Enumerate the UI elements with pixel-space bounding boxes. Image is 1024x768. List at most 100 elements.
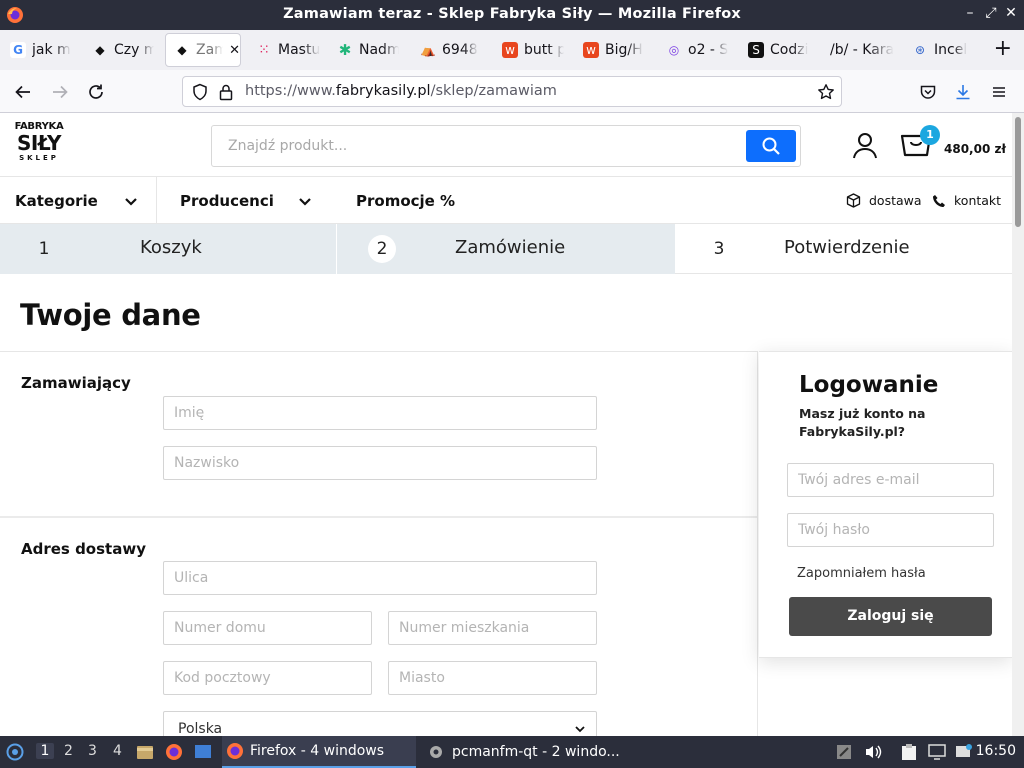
new-tab-button[interactable]: +: [994, 38, 1012, 60]
menu-categories-label: Kategorie: [15, 191, 98, 210]
workspace-2[interactable]: 2: [64, 743, 73, 759]
workspace-3[interactable]: 3: [88, 743, 97, 759]
first-name-field: [163, 396, 597, 430]
house-number-input[interactable]: [164, 612, 371, 644]
chevron-down-icon: [299, 197, 311, 206]
first-name-input[interactable]: [164, 397, 596, 429]
main-menu: Kategorie Producenci Promocje % dostawa …: [0, 177, 1012, 224]
delivery-link[interactable]: dostawa: [846, 177, 922, 224]
pocket-button[interactable]: [917, 81, 939, 103]
browser-tab[interactable]: S Codzi: [748, 30, 810, 70]
login-heading: Logowanie: [799, 372, 939, 398]
navigation-toolbar: https://www.fabrykasily.pl/sklep/zamawia…: [0, 70, 1024, 113]
downloads-button[interactable]: [952, 81, 974, 103]
minimize-icon[interactable]: –: [962, 5, 978, 21]
search-input[interactable]: [212, 126, 742, 166]
menu-promotions[interactable]: Promocje %: [356, 177, 455, 224]
login-email-input[interactable]: [788, 464, 993, 496]
browser-tab[interactable]: ⛺ 6948: [420, 30, 480, 70]
reload-button[interactable]: [85, 81, 107, 103]
browser-tab[interactable]: ◎ o2 - S: [666, 30, 728, 70]
network-icon[interactable]: [955, 744, 973, 760]
step-label: Koszyk: [140, 237, 202, 258]
customer-data-form: Zamawiający Adres dostawy: [0, 351, 758, 736]
country-select[interactable]: Polska: [163, 711, 597, 736]
taskbar-pcmanfm[interactable]: pcmanfm-qt - 2 windo...: [424, 736, 624, 768]
forgot-password-link[interactable]: Zapomniałem hasła: [797, 566, 926, 581]
clipboard-icon[interactable]: [901, 743, 917, 761]
forward-button[interactable]: [49, 81, 71, 103]
login-button[interactable]: Zaloguj się: [789, 597, 992, 636]
browser-tab[interactable]: ✱ Nadm: [337, 30, 399, 70]
workspace-1[interactable]: 1: [36, 743, 54, 759]
address-bar[interactable]: https://www.fabrykasily.pl/sklep/zamawia…: [182, 76, 842, 107]
browser-tab-strip: G jak m ◆ Czy m ◆ Zam ✕ ⁙ Mastu ✱ Nadm ⛺…: [0, 30, 1024, 70]
delivery-address-section: Adres dostawy Polska: [0, 518, 757, 736]
search-button[interactable]: [746, 130, 796, 162]
workspace-4[interactable]: 4: [113, 743, 122, 759]
browser-tab[interactable]: ◆ Czy m: [92, 30, 154, 70]
menu-categories[interactable]: Kategorie: [15, 177, 138, 224]
taskbar-firefox[interactable]: Firefox - 4 windows: [222, 736, 416, 768]
browser-tab-active[interactable]: ◆ Zam ✕: [165, 33, 241, 67]
close-tab-icon[interactable]: ✕: [229, 43, 240, 58]
tab-label: Codzi: [770, 42, 809, 58]
start-menu-icon[interactable]: [6, 743, 24, 761]
url-text[interactable]: https://www.fabrykasily.pl/sklep/zamawia…: [245, 83, 557, 99]
bookmark-star-icon[interactable]: [817, 83, 835, 101]
city-input[interactable]: [389, 662, 596, 694]
logo-line2: SIŁY: [16, 131, 62, 155]
postal-code-input[interactable]: [164, 662, 371, 694]
shield-icon[interactable]: [192, 83, 208, 101]
tab-label: 6948: [442, 42, 478, 58]
tab-label: jak m: [32, 42, 71, 58]
street-input[interactable]: [164, 562, 596, 594]
lock-icon[interactable]: [219, 83, 233, 101]
restore-icon[interactable]: ⤢: [983, 5, 999, 21]
chevron-down-icon: [575, 726, 585, 733]
login-password-field: [787, 513, 994, 547]
firefox-launcher-icon[interactable]: [165, 743, 183, 761]
browser-tab[interactable]: w butt p: [502, 30, 564, 70]
delivery-label: dostawa: [869, 193, 922, 208]
browser-tab[interactable]: ⊛ Incel: [912, 30, 978, 70]
last-name-input[interactable]: [164, 447, 596, 479]
logo-line3: SKLEP: [19, 154, 59, 162]
step-label: Potwierdzenie: [784, 237, 910, 258]
back-button[interactable]: [12, 81, 34, 103]
reload-icon: [89, 84, 103, 99]
file-manager-icon[interactable]: [136, 743, 154, 761]
browser-tab[interactable]: /b/ - Kara: [830, 30, 894, 70]
orderer-section: Zamawiający: [0, 352, 757, 516]
user-account-icon[interactable]: [851, 131, 879, 159]
close-icon[interactable]: ✕: [1003, 5, 1019, 21]
monitor-icon[interactable]: [928, 744, 946, 760]
firefox-icon: [227, 743, 243, 759]
browser-tab[interactable]: w Big/H: [583, 30, 645, 70]
checkout-steps: 1 Koszyk 2 Zamówienie 3 Potwierdzenie: [0, 224, 1012, 274]
browser-tab[interactable]: G jak m: [10, 30, 76, 70]
site-logo[interactable]: FABRYKA SIŁY SKLEP: [14, 122, 64, 170]
scrollbar-thumb[interactable]: [1015, 117, 1021, 227]
step-confirmation: 3 Potwierdzenie: [675, 224, 1012, 274]
apartment-number-input[interactable]: [389, 612, 596, 644]
contact-link[interactable]: kontakt: [932, 177, 1001, 224]
step-label: Zamówienie: [455, 237, 566, 258]
chevron-down-icon: [125, 197, 137, 206]
tray-window-icon[interactable]: [836, 744, 852, 760]
desktop-icon[interactable]: [194, 743, 212, 761]
browser-tab[interactable]: ⁙ Mastu: [256, 30, 320, 70]
step-order-active: 2 Zamówienie: [337, 224, 675, 274]
page-scrollbar[interactable]: [1012, 113, 1024, 736]
app-menu-button[interactable]: [988, 81, 1010, 103]
login-password-input[interactable]: [788, 514, 993, 546]
cart-total[interactable]: 480,00 zł: [944, 142, 1006, 156]
city-field: [388, 661, 597, 695]
volume-icon[interactable]: [864, 744, 882, 760]
hamburger-icon: [993, 87, 1005, 97]
menu-producers[interactable]: Producenci: [180, 177, 312, 224]
apartment-number-field: [388, 611, 597, 645]
cart-count-badge: 1: [920, 125, 940, 145]
clock[interactable]: 16:50: [976, 743, 1016, 759]
step-cart[interactable]: 1 Koszyk: [0, 224, 336, 274]
